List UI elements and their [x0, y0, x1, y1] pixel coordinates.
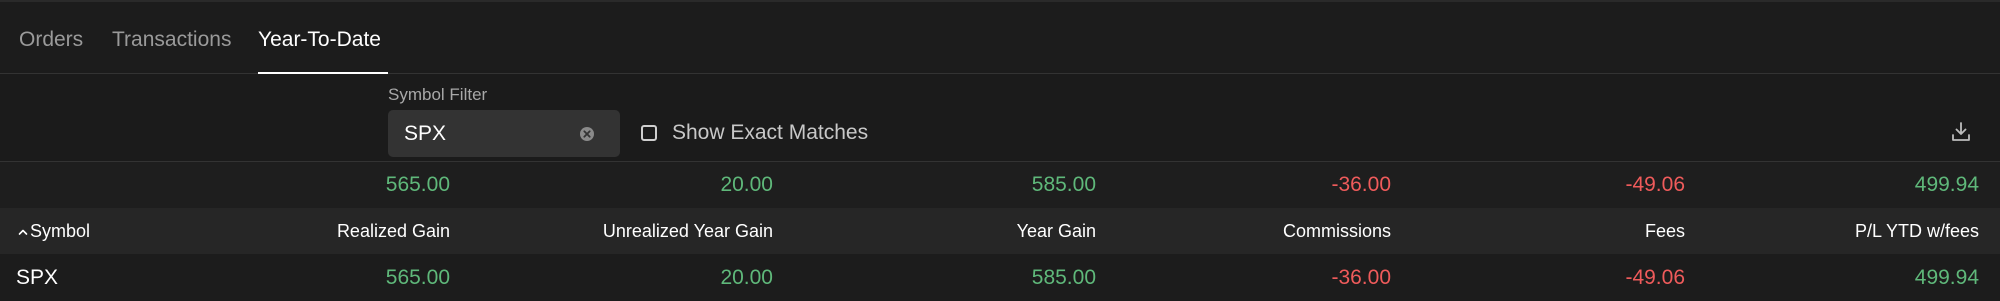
- column-header-commissions[interactable]: Commissions: [1131, 221, 1391, 242]
- tab-bar: Orders Transactions Year-To-Date: [0, 0, 2000, 75]
- filter-bar: Symbol Filter Show Exact Matches: [0, 74, 2000, 162]
- row-commissions: -36.00: [1331, 266, 1391, 289]
- column-header-unrealized-year-gain[interactable]: Unrealized Year Gain: [513, 221, 773, 242]
- ytd-panel: Orders Transactions Year-To-Date Symbol …: [0, 0, 2000, 301]
- row-unrealized-year-gain: 20.00: [720, 266, 773, 289]
- show-exact-matches-label[interactable]: Show Exact Matches: [672, 121, 868, 145]
- show-exact-matches-checkbox[interactable]: [641, 125, 657, 141]
- column-header-pl-ytd-wfees[interactable]: P/L YTD w/fees: [1719, 221, 1979, 242]
- row-realized-gain: 565.00: [385, 266, 450, 289]
- table-header: Symbol Realized Gain Unrealized Year Gai…: [0, 208, 2000, 254]
- symbol-filter-label: Symbol Filter: [388, 85, 488, 104]
- row-fees: -49.06: [1625, 266, 1685, 289]
- tab-year-to-date[interactable]: Year-To-Date: [258, 28, 381, 52]
- total-unrealized-year-gain: 20.00: [720, 173, 773, 196]
- symbol-filter-input[interactable]: [404, 110, 574, 157]
- table-row[interactable]: SPX 565.00 20.00 585.00 -36.00 -49.06 49…: [0, 254, 2000, 301]
- row-pl-ytd-wfees: 499.94: [1914, 266, 1979, 289]
- total-fees: -49.06: [1625, 173, 1685, 196]
- total-realized-gain: 565.00: [385, 173, 450, 196]
- tab-transactions[interactable]: Transactions: [112, 28, 231, 52]
- tab-orders[interactable]: Orders: [19, 28, 83, 52]
- symbol-filter-field[interactable]: [388, 110, 620, 157]
- total-year-gain: 585.00: [1031, 173, 1096, 196]
- row-year-gain: 585.00: [1031, 266, 1096, 289]
- column-header-symbol[interactable]: Symbol: [18, 221, 90, 242]
- close-circle-icon[interactable]: [579, 126, 595, 142]
- column-header-symbol-label: Symbol: [30, 221, 91, 241]
- chevron-up-icon: [18, 229, 28, 236]
- download-icon[interactable]: [1951, 121, 1971, 143]
- column-header-year-gain[interactable]: Year Gain: [836, 221, 1096, 242]
- total-pl-ytd-wfees: 499.94: [1914, 173, 1979, 196]
- column-header-realized-gain[interactable]: Realized Gain: [190, 221, 450, 242]
- totals-row: 565.00 20.00 585.00 -36.00 -49.06 499.94: [0, 162, 2000, 208]
- column-header-fees[interactable]: Fees: [1425, 221, 1685, 242]
- total-commissions: -36.00: [1331, 173, 1391, 196]
- row-symbol: SPX: [16, 266, 59, 289]
